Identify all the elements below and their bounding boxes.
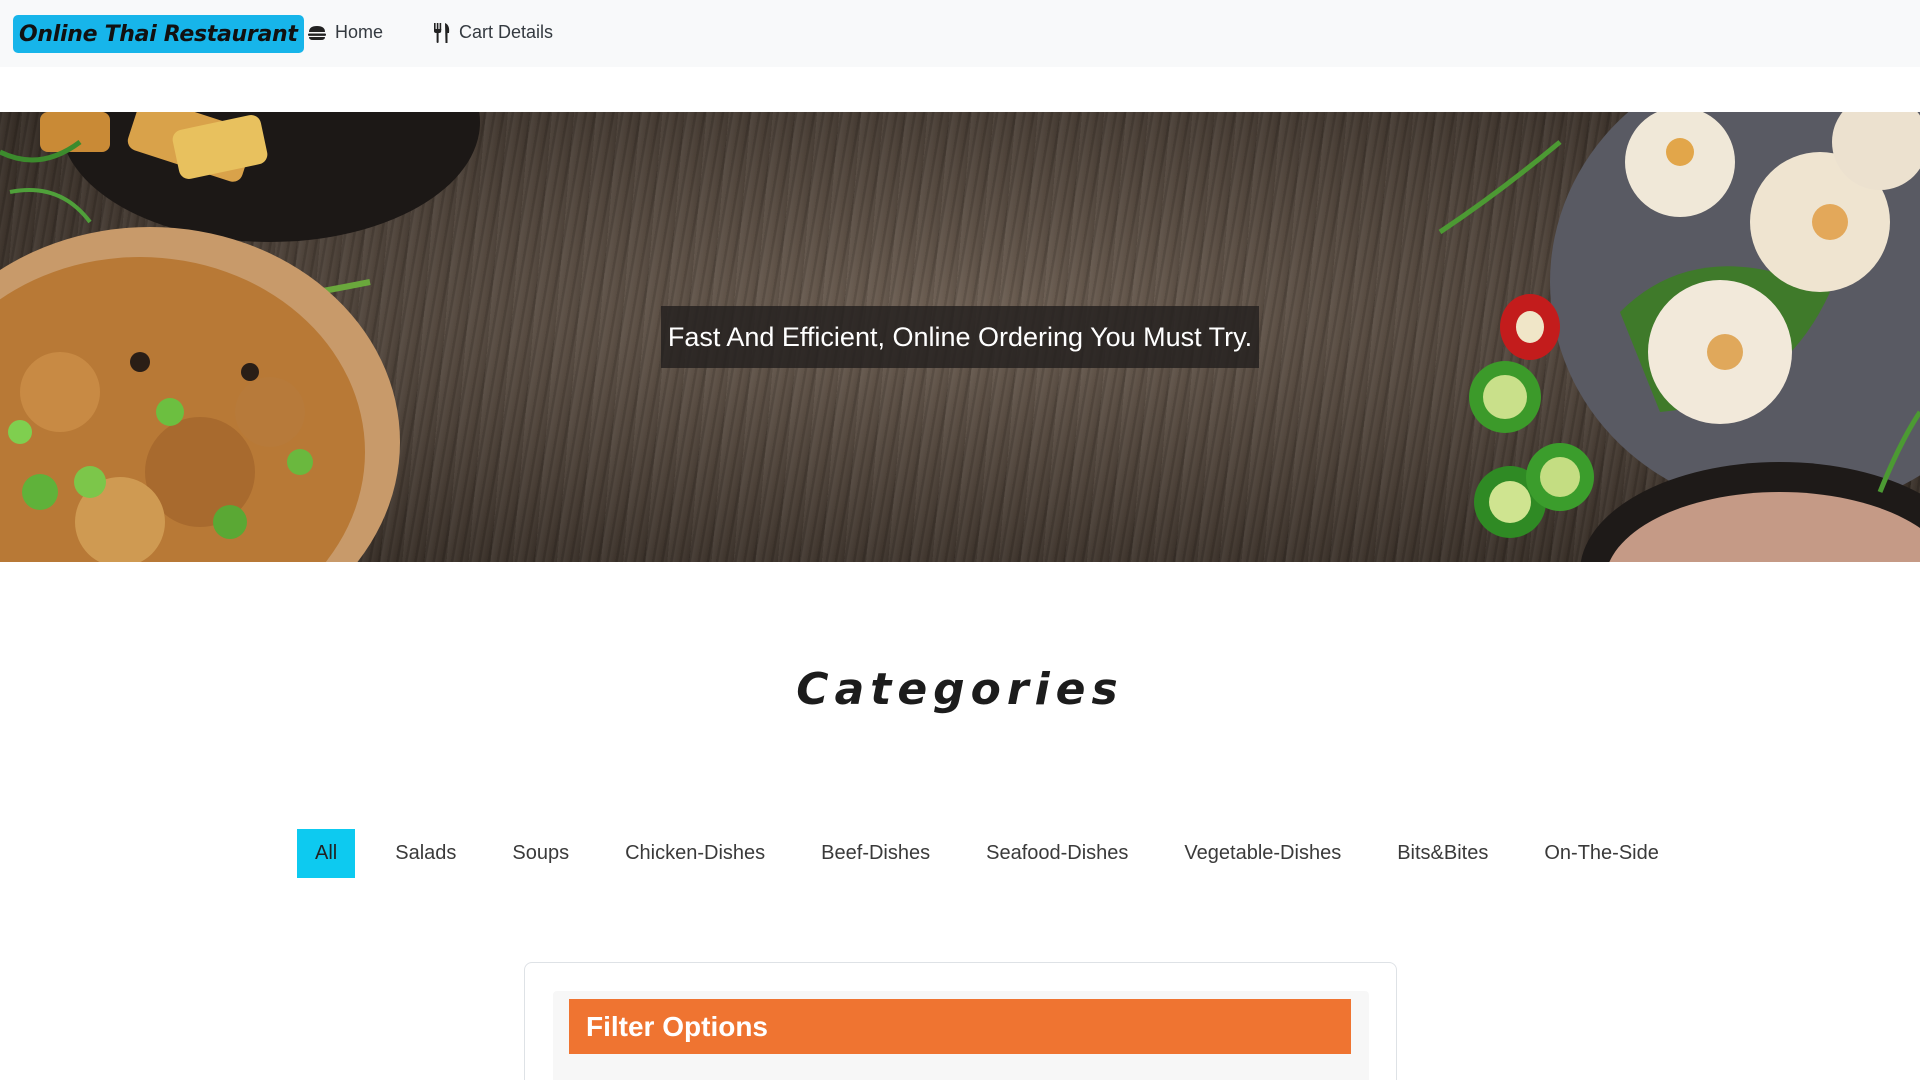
nav-cart-label: Cart Details	[459, 22, 554, 42]
nav-home-link[interactable]: Home	[308, 22, 383, 43]
category-tab-bits-bites[interactable]: Bits&Bites	[1385, 829, 1500, 878]
hero-caption: Fast And Efficient, Online Ordering You …	[661, 306, 1259, 368]
category-tab-beef-dishes[interactable]: Beef-Dishes	[809, 829, 942, 878]
category-tab-soups[interactable]: Soups	[500, 829, 581, 878]
category-tab-all[interactable]: All	[297, 829, 356, 878]
nav-cart-link[interactable]: Cart Details	[434, 22, 553, 43]
burger-icon	[308, 25, 326, 41]
category-tab-seafood-dishes[interactable]: Seafood-Dishes	[974, 829, 1140, 878]
nav-home-label: Home	[335, 22, 384, 42]
brand-logo[interactable]: Online Thai Restaurant	[13, 15, 304, 53]
hero-banner: Fast And Efficient, Online Ordering You …	[0, 112, 1920, 562]
category-tabs: All Salads Soups Chicken-Dishes Beef-Dis…	[297, 829, 1703, 878]
utensils-icon	[434, 22, 450, 43]
category-tab-vegetable-dishes[interactable]: Vegetable-Dishes	[1172, 829, 1353, 878]
categories-title: Categories	[796, 664, 1124, 715]
category-tab-salads[interactable]: Salads	[383, 829, 468, 878]
top-navbar: Online Thai Restaurant Home Cart Details	[0, 0, 1920, 67]
category-tab-chicken-dishes[interactable]: Chicken-Dishes	[613, 829, 777, 878]
category-tab-on-the-side[interactable]: On-The-Side	[1532, 829, 1671, 878]
filter-options-header[interactable]: Filter Options	[569, 999, 1351, 1054]
